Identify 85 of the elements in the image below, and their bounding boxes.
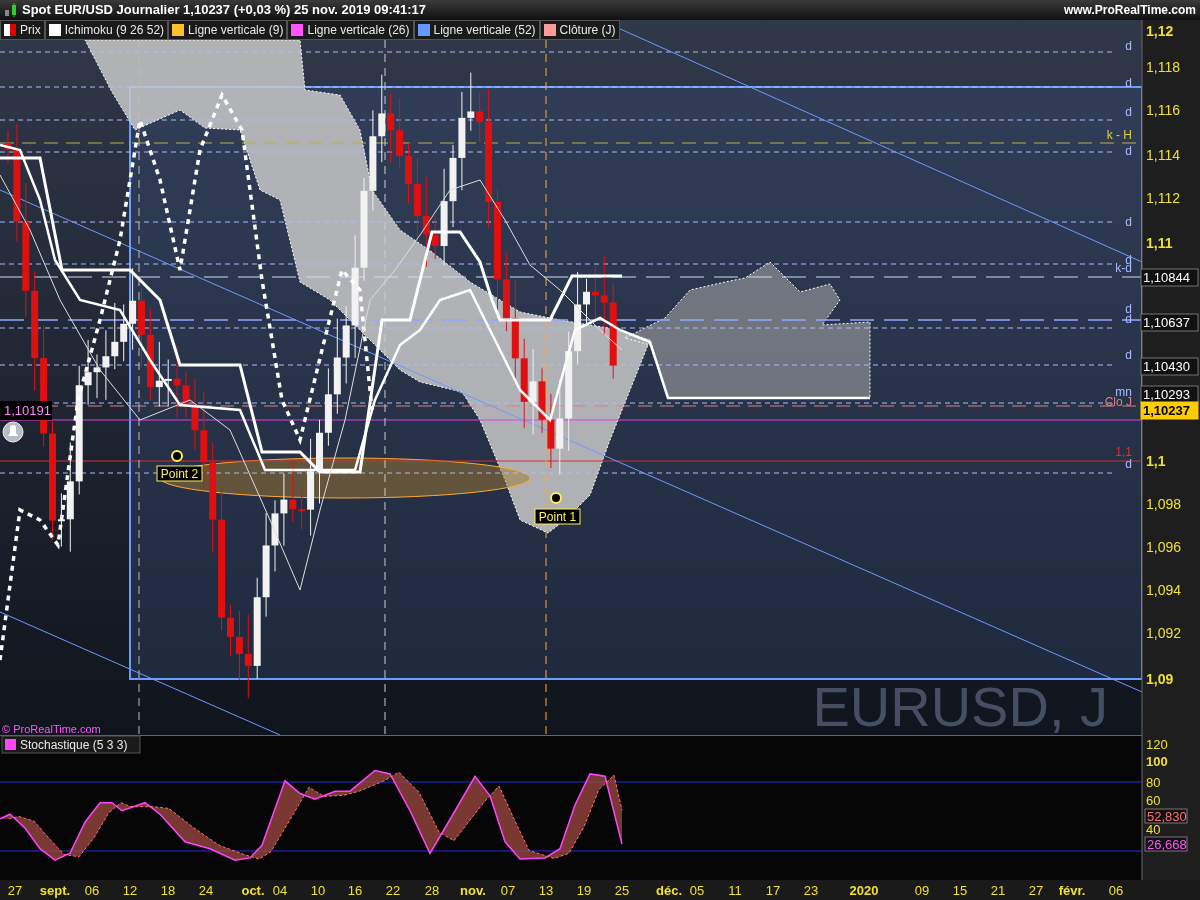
- line-label: d: [1125, 39, 1132, 53]
- price-axis-label: 1,112: [1146, 190, 1180, 206]
- price-axis-label: 1,118: [1146, 59, 1180, 75]
- date-axis-label: sept.: [39, 883, 71, 898]
- price-tag: 1,10430: [1140, 357, 1199, 376]
- indicator-axis-label: 80: [1146, 775, 1161, 790]
- point-marker: [171, 450, 183, 462]
- legend-label: Clôture (J): [559, 22, 616, 39]
- date-axis-label: nov.: [460, 883, 486, 898]
- date-axis-label: 06: [1108, 883, 1124, 898]
- date-axis-label: 23: [803, 883, 819, 898]
- date-axis-label: 2020: [849, 883, 879, 898]
- date-axis-label: 25: [614, 883, 630, 898]
- date-axis-label: 06: [84, 883, 100, 898]
- date-axis-label: 15: [952, 883, 968, 898]
- left-price-tag: 1,10191: [0, 401, 52, 420]
- window-title: Spot EUR/USD Journalier 1,10237 (+0,03 %) 25 nov. 2019 09:41:17: [22, 1, 427, 20]
- legend-label: Ligne verticale (52): [433, 22, 536, 39]
- date-axis-label: 28: [424, 883, 440, 898]
- line-label: d: [1125, 215, 1132, 229]
- line-label: d: [1125, 302, 1132, 316]
- site-link[interactable]: www.ProRealTime.com: [1063, 1, 1196, 19]
- line-label: d: [1125, 144, 1132, 158]
- date-axis-label: 19: [576, 883, 592, 898]
- date-axis-label: 10: [310, 883, 326, 898]
- symbol-watermark: EURUSD, J: [812, 675, 1108, 735]
- candlestick-icon: [4, 3, 18, 17]
- date-axis-label: 12: [122, 883, 138, 898]
- point-label: Point 2: [156, 465, 203, 482]
- date-axis-label: 04: [272, 883, 288, 898]
- point-label: Point 1: [534, 508, 581, 525]
- legend-item[interactable]: Ichimoku (9 26 52): [44, 20, 169, 40]
- legend-label: Ligne verticale (9): [188, 22, 284, 39]
- price-axis-label: 1,116: [1146, 102, 1180, 118]
- date-axis-label: déc.: [656, 883, 682, 898]
- date-axis-label: 22: [385, 883, 401, 898]
- date-axis-label: 27: [1028, 883, 1044, 898]
- indicator-title: Stochastique (5 3 3): [1, 735, 141, 754]
- price-axis-label: 1,094: [1146, 582, 1182, 598]
- legend-item[interactable]: Ligne verticale (26): [287, 20, 414, 40]
- date-axis-label: 21: [990, 883, 1006, 898]
- line-label: Clo J: [1104, 395, 1132, 409]
- date-axis-label: 05: [689, 883, 705, 898]
- point-marker: [550, 492, 562, 504]
- copyright-text: © ProRealTime.com: [2, 723, 101, 735]
- price-tag: 1,10844: [1140, 268, 1199, 287]
- price-axis-label: 1,092: [1146, 625, 1182, 641]
- legend-item[interactable]: Prix: [0, 20, 45, 40]
- date-axis-label: 24: [198, 883, 214, 898]
- indicator-tag: 52,830: [1144, 808, 1188, 824]
- price-axis-label: 1,114: [1146, 147, 1180, 163]
- price-axis-label: 1,12: [1146, 23, 1174, 39]
- indicator-tag: 26,668: [1144, 836, 1188, 852]
- legend-item[interactable]: Clôture (J): [539, 20, 620, 40]
- legend-label: Ligne verticale (26): [307, 22, 410, 39]
- legend-item[interactable]: Ligne verticale (52): [413, 20, 540, 40]
- price-axis-label: 1,098: [1146, 496, 1182, 512]
- price-axis-label: 1,096: [1146, 539, 1182, 555]
- date-axis-label: 16: [347, 883, 363, 898]
- legend-item[interactable]: Ligne verticale (9): [168, 20, 288, 40]
- date-axis-label: 18: [160, 883, 176, 898]
- price-tag: 1,10237: [1140, 401, 1199, 420]
- date-axis-label: 11: [728, 883, 742, 898]
- price-axis-label: 1,11: [1146, 235, 1173, 251]
- price-tag: 1,10637: [1140, 313, 1199, 332]
- line-label: 1,1: [1115, 445, 1132, 459]
- legend-label: Prix: [20, 22, 41, 39]
- indicator-axis-label: 100: [1146, 754, 1168, 769]
- price-axis-label: 1,09: [1146, 671, 1174, 687]
- date-axis-label: 17: [765, 883, 781, 898]
- line-label: k - H: [1106, 128, 1132, 142]
- date-axis-label: oct.: [241, 883, 265, 898]
- legend-label: Ichimoku (9 26 52): [64, 22, 165, 39]
- date-axis-label: 09: [914, 883, 930, 898]
- indicator-axis-label: 120: [1146, 737, 1168, 752]
- line-label: d: [1125, 457, 1132, 471]
- date-axis-label: 27: [7, 883, 23, 898]
- date-axis-label: 07: [500, 883, 516, 898]
- date-axis-label: févr.: [1058, 883, 1086, 898]
- price-axis-label: 1,1: [1146, 453, 1166, 469]
- line-label: d: [1125, 105, 1132, 119]
- date-axis-label: 13: [538, 883, 554, 898]
- line-label: d: [1125, 348, 1132, 362]
- indicator-axis-label: 40: [1146, 822, 1161, 837]
- indicator-axis-label: 60: [1146, 793, 1161, 808]
